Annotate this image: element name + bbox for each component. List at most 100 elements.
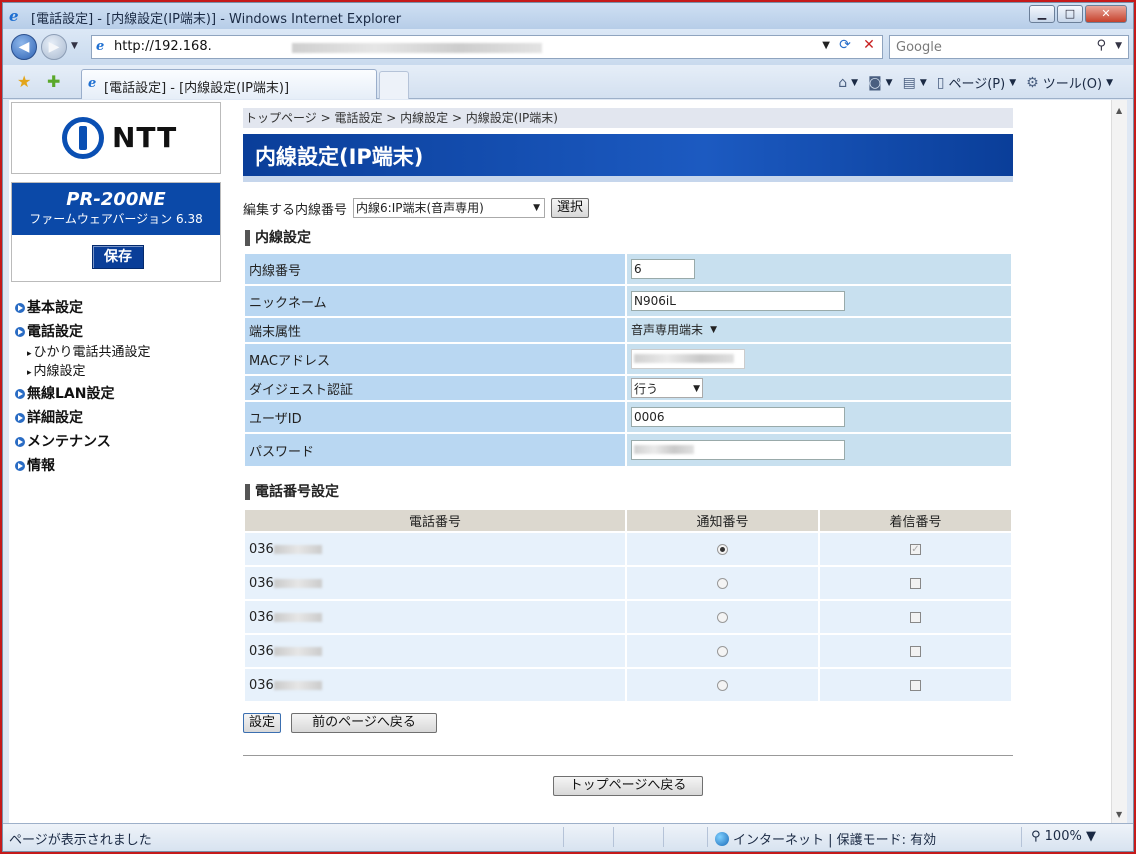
search-dropdown-icon[interactable]: ▼ xyxy=(1115,41,1122,51)
divider xyxy=(243,755,1013,756)
ext-number-label: 内線番号 xyxy=(245,254,625,284)
window-title: [電話設定] - [内線設定(IP端末)] - Windows Internet… xyxy=(31,12,402,27)
notify-radio[interactable] xyxy=(717,577,728,589)
new-tab-button[interactable] xyxy=(379,71,409,99)
phone-number-prefix: 036 xyxy=(249,541,274,557)
nickname-input[interactable]: N906iL xyxy=(631,291,845,311)
tools-menu[interactable]: ⚙ ツール(O) ▼ xyxy=(1026,73,1113,93)
phone-number-table: 電話番号 通知番号 着信番号 036 ✓ 036 036 036 036 xyxy=(243,508,1013,703)
table-row: 036 xyxy=(245,669,1011,701)
incoming-checkbox[interactable] xyxy=(910,645,921,657)
extension-select-label: 編集する内線番号 xyxy=(243,202,348,218)
password-input-redacted[interactable] xyxy=(631,440,845,460)
arrow-bullet-icon xyxy=(15,303,25,313)
back-page-button[interactable]: 前のページへ戻る xyxy=(291,713,437,733)
phone-number-prefix: 036 xyxy=(249,575,274,591)
gear-icon: ⚙ xyxy=(1026,74,1039,91)
extension-select[interactable]: 内線6:IP端末(音声専用) ▼ xyxy=(353,198,546,218)
tab-row: ★ ✚ e [電話設定] - [内線設定(IP端末)] ⌂ ▼ ◙ ▼ ▤ ▼ ▯ ペー… xyxy=(3,65,1133,99)
close-button[interactable]: ✕ xyxy=(1085,5,1127,23)
sidebar-subitem-hikari-common[interactable]: ひかり電話共通設定 xyxy=(15,344,225,363)
search-box[interactable]: Google ⚲ ▼ xyxy=(889,35,1129,59)
minimize-button[interactable]: ▁ xyxy=(1029,5,1055,23)
notify-radio[interactable] xyxy=(717,611,728,623)
phone-number-redacted xyxy=(273,544,322,554)
favorites-star-icon[interactable]: ★ xyxy=(17,72,31,91)
ntt-logo-text: NTT xyxy=(112,121,178,154)
forward-button[interactable]: ▶ xyxy=(41,34,67,60)
status-bar: ページが表示されました インターネット | 保護モード: 有効 ⚲ 100% ▼ xyxy=(3,823,1133,851)
zoom-level: 100% xyxy=(1044,829,1082,844)
stop-icon[interactable]: ✕ xyxy=(859,37,879,57)
refresh-icon[interactable]: ⟳ xyxy=(834,37,856,57)
sidebar-item-advanced[interactable]: 詳細設定 xyxy=(15,406,225,430)
incoming-checkbox[interactable] xyxy=(910,679,921,691)
arrow-bullet-icon xyxy=(15,413,25,423)
ntt-logo: NTT xyxy=(11,102,221,174)
ie-icon: e xyxy=(9,7,19,25)
back-button[interactable]: ◀ xyxy=(11,34,37,60)
sidebar-item-phone[interactable]: 電話設定 xyxy=(15,320,225,344)
incoming-checkbox[interactable] xyxy=(910,577,921,589)
address-bar[interactable]: e http://192.168. ▼ ⟳ ✕ xyxy=(91,35,883,59)
mac-address-field-redacted xyxy=(631,349,745,369)
notify-radio[interactable] xyxy=(717,645,728,657)
add-favorites-icon[interactable]: ✚ xyxy=(47,72,60,91)
address-url: http://192.168. xyxy=(114,39,212,54)
page-menu[interactable]: ▯ ページ(P) ▼ xyxy=(937,73,1016,93)
select-button[interactable]: 選択 xyxy=(551,198,590,218)
tools-menu-label: ツール(O) xyxy=(1042,77,1103,92)
rss-icon: ◙ xyxy=(868,74,882,91)
table-row: 036 xyxy=(245,635,1011,667)
set-button[interactable]: 設定 xyxy=(243,713,281,733)
form-buttons: 設定 前のページへ戻る xyxy=(243,713,1013,733)
arrow-bullet-icon xyxy=(15,461,25,471)
home-button[interactable]: ⌂ ▼ xyxy=(838,75,858,91)
notify-radio[interactable] xyxy=(717,679,728,691)
digest-auth-select[interactable]: 行う ▼ xyxy=(631,378,703,398)
terminal-attr-label: 端末属性 xyxy=(245,318,625,342)
phone-number-prefix: 036 xyxy=(249,609,274,625)
maximize-button[interactable]: □ xyxy=(1057,5,1083,23)
user-id-label: ユーザID xyxy=(245,402,625,432)
section-title-phone-numbers: 電話番号設定 xyxy=(245,484,1013,500)
phone-number-prefix: 036 xyxy=(249,677,274,693)
scroll-down-icon[interactable]: ▼ xyxy=(1116,810,1122,819)
security-zone[interactable]: インターネット | 保護モード: 有効 xyxy=(715,829,936,848)
sidebar-item-basic[interactable]: 基本設定 xyxy=(15,296,225,320)
zoom-control[interactable]: ⚲ 100% ▼ xyxy=(1031,829,1096,844)
vertical-scrollbar[interactable]: ▲ ▼ xyxy=(1111,100,1127,823)
sidebar-subitem-extension[interactable]: 内線設定 xyxy=(15,363,225,382)
extension-select-value: 内線6:IP端末(音声専用) xyxy=(356,201,484,215)
terminal-attr-select[interactable]: 音声専用端末 ▼ xyxy=(631,320,719,340)
notify-radio[interactable] xyxy=(717,543,728,555)
col-header-notify-number: 通知番号 xyxy=(627,510,818,531)
search-icon[interactable]: ⚲ xyxy=(1096,38,1106,53)
incoming-checkbox[interactable] xyxy=(910,611,921,623)
page-title: 内線設定(IP端末) xyxy=(243,134,1013,182)
save-button[interactable]: 保存 xyxy=(92,245,144,269)
incoming-checkbox[interactable]: ✓ xyxy=(910,543,921,555)
sidebar-item-maintenance[interactable]: メンテナンス xyxy=(15,430,225,454)
sidebar-item-info[interactable]: 情報 xyxy=(15,454,225,478)
home-icon: ⌂ xyxy=(838,74,848,91)
feeds-button[interactable]: ◙ ▼ xyxy=(868,75,893,91)
sidebar-item-wlan[interactable]: 無線LAN設定 xyxy=(15,382,225,406)
title-bar: e [電話設定] - [内線設定(IP端末)] - Windows Intern… xyxy=(3,3,1133,29)
breadcrumb: トップページ > 電話設定 > 内線設定 > 内線設定(IP端末) xyxy=(243,108,1013,128)
firmware-version: ファームウェアバージョン 6.38 xyxy=(29,212,203,226)
top-page-button[interactable]: トップページへ戻る xyxy=(553,776,703,796)
address-dropdown-icon[interactable]: ▼ xyxy=(822,40,830,51)
ext-number-input[interactable]: 6 xyxy=(631,259,695,279)
history-dropdown-icon[interactable]: ▼ xyxy=(71,41,78,51)
tab-active[interactable]: e [電話設定] - [内線設定(IP端末)] xyxy=(81,69,377,99)
redacted-url xyxy=(292,43,542,53)
user-id-input[interactable]: 0006 xyxy=(631,407,845,427)
col-header-incoming-number: 着信番号 xyxy=(820,510,1011,531)
scroll-up-icon[interactable]: ▲ xyxy=(1116,106,1122,115)
phone-number-prefix: 036 xyxy=(249,643,274,659)
table-row: 036 ✓ xyxy=(245,533,1011,565)
table-row: 036 xyxy=(245,567,1011,599)
print-button[interactable]: ▤ ▼ xyxy=(903,75,927,91)
arrow-bullet-icon xyxy=(15,437,25,447)
